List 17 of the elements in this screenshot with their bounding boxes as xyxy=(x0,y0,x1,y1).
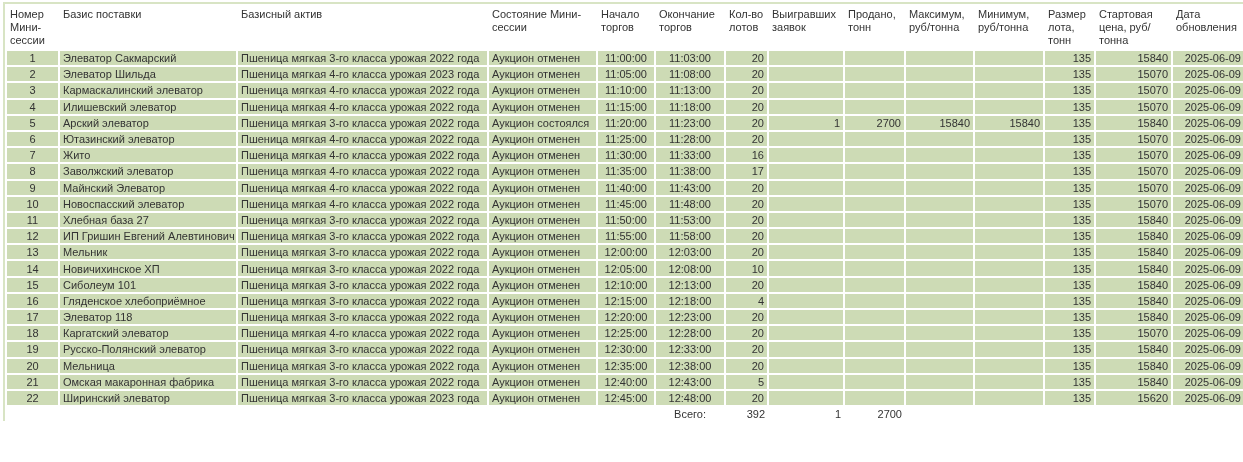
table-cell xyxy=(844,50,905,67)
table-cell: Пшеница мягкая 3-го класса урожая 2022 года xyxy=(237,50,488,67)
total-cell-text: 392 xyxy=(745,407,766,422)
table-cell: 2025-06-09 xyxy=(1172,50,1243,67)
table-cell xyxy=(905,50,974,67)
table-cell: 20 xyxy=(725,50,768,67)
table-cell: Элеватор Сакмарский xyxy=(59,50,237,67)
table-cell xyxy=(974,50,1044,67)
table-cell: 11:03:00 xyxy=(655,50,725,67)
table-cell: 1 xyxy=(6,50,59,67)
table-cell: 135 xyxy=(1044,50,1095,67)
table-cell: 11:00:00 xyxy=(597,50,655,67)
table-cell: 15840 xyxy=(1095,50,1172,67)
total-cell-text: Всего: xyxy=(673,407,707,422)
total-cell-text: 1 xyxy=(833,407,842,422)
table-cell: Аукцион отменен xyxy=(488,50,597,67)
total-cell-text: 2700 xyxy=(876,407,903,422)
